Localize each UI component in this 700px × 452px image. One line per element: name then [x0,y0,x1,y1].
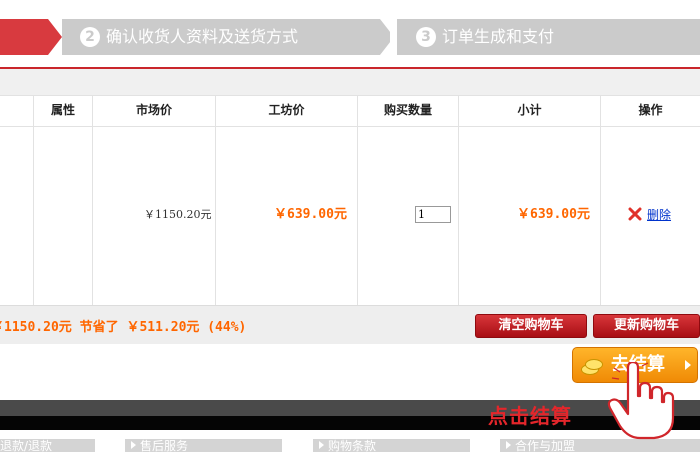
coins-icon [581,356,603,375]
column-divider [92,95,93,305]
update-cart-button[interactable]: 更新购物车 [593,314,700,338]
delete-link[interactable]: 删除 [647,206,671,224]
step-1-arrow [48,19,62,55]
step-3-number-icon: 3 [416,27,436,47]
triangle-right-icon [319,441,324,449]
delete-icon[interactable] [628,207,642,221]
checkout-steps: 2 确认收货人资料及送货方式 3 订单生成和支付 [0,0,700,70]
header-quantity: 购买数量 [383,103,432,117]
header-market-price: 市场价 [135,103,172,117]
footer-link[interactable]: 退款/退款 [0,439,95,452]
step-3-label-wrap: 3 订单生成和支付 [416,19,554,55]
step-2-label: 确认收货人资料及送货方式 [106,27,299,46]
column-divider [215,95,216,305]
header-subtotal: 小计 [517,103,542,117]
column-divider [600,95,601,305]
triangle-right-icon [131,441,136,449]
shop-price: ￥639.00元 [274,207,347,222]
savings-summary: ￥1150.20元 节省了 ￥511.20元 (44%) [0,320,247,335]
arrow-right-icon [685,360,691,370]
header-shop-price: 工坊价 [268,103,305,117]
market-price: ￥1150.20元 [144,208,212,221]
clear-cart-button[interactable]: 清空购物车 [475,314,587,338]
footer-link[interactable]: 购物条款 [313,439,470,452]
footer-link[interactable]: 合作与加盟 [500,439,700,452]
step-separator [390,19,397,55]
triangle-right-icon [506,441,511,449]
step-2-label-wrap: 2 确认收货人资料及送货方式 [80,19,298,55]
header-attributes: 属性 [50,103,75,117]
column-divider [458,95,459,305]
step-2-number-icon: 2 [80,27,100,47]
quantity-input[interactable] [415,206,451,223]
column-divider [357,95,358,305]
hand-cursor-icon [607,362,675,440]
header-actions: 操作 [638,103,663,117]
footer-bar [0,400,700,416]
footer-band [0,416,700,430]
cart-table-header: 属性 市场价 工坊价 购买数量 小计 操作 [0,95,700,127]
step-1-active [0,19,48,55]
click-checkout-hint: 点击结算 [488,404,572,428]
step-3-label: 订单生成和支付 [442,27,555,46]
column-divider [33,95,34,305]
footer-link[interactable]: 售后服务 [125,439,282,452]
subtotal-price: ￥639.00元 [517,207,590,222]
cart-header-bar [0,69,700,95]
